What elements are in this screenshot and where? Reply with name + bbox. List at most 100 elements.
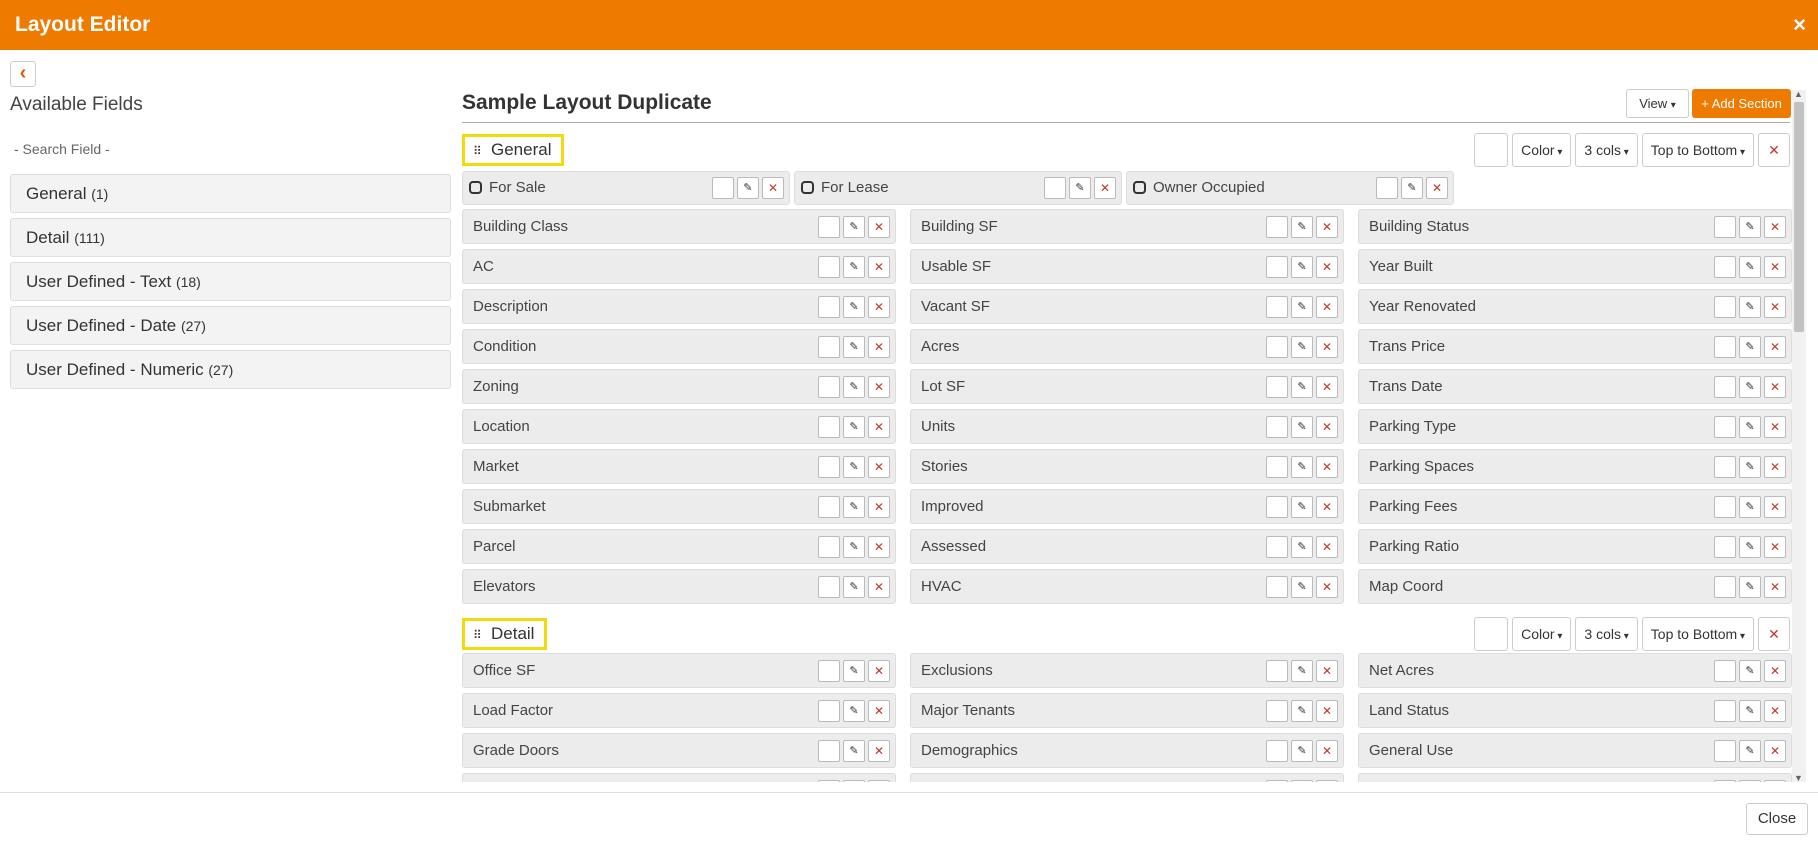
delete-button[interactable]: ✕ [868, 376, 890, 398]
drag-handle-icon[interactable]: ⠿ [473, 622, 483, 648]
edit-button[interactable]: ✎ [1291, 216, 1313, 238]
edit-button[interactable]: ✎ [1739, 256, 1761, 278]
layout-field[interactable]: Land Status ✎ ✕ [1358, 693, 1792, 728]
edit-button[interactable]: ✎ [843, 216, 865, 238]
delete-button[interactable]: ✕ [1316, 336, 1338, 358]
scroll-down-icon[interactable]: ▼ [1794, 773, 1803, 783]
close-icon[interactable]: × [1793, 12, 1806, 38]
layout-field[interactable]: Major Tenants ✎ ✕ [910, 693, 1344, 728]
delete-button[interactable]: ✕ [1316, 256, 1338, 278]
color-swatch-button[interactable] [818, 456, 840, 478]
edit-button[interactable]: ✎ [1291, 536, 1313, 558]
edit-button[interactable]: ✎ [843, 660, 865, 682]
layout-field[interactable]: Zoning ✎ ✕ [462, 369, 896, 404]
color-swatch-button[interactable] [1714, 216, 1736, 238]
back-button[interactable]: ‹ [10, 61, 36, 87]
delete-button[interactable]: ✕ [868, 336, 890, 358]
scroll-up-icon[interactable]: ▲ [1794, 89, 1803, 99]
layout-field[interactable]: Acres ✎ ✕ [910, 329, 1344, 364]
layout-field[interactable]: Description ✎ ✕ [462, 289, 896, 324]
columns-dropdown[interactable]: 3 cols ▾ [1575, 617, 1638, 651]
layout-field[interactable]: AC ✎ ✕ [462, 249, 896, 284]
color-swatch-button[interactable] [818, 496, 840, 518]
scrollbar[interactable]: ▲ ▼ [1792, 89, 1806, 783]
delete-button[interactable]: ✕ [1316, 376, 1338, 398]
color-swatch-button[interactable] [1714, 336, 1736, 358]
layout-field[interactable]: Office SF ✎ ✕ [462, 653, 896, 688]
layout-field[interactable]: Trans Price ✎ ✕ [1358, 329, 1792, 364]
color-swatch-button[interactable] [1266, 416, 1288, 438]
layout-field[interactable]: Building Class ✎ ✕ [462, 209, 896, 244]
color-swatch-button[interactable] [818, 740, 840, 762]
color-swatch-button[interactable] [818, 780, 840, 782]
color-swatch-button[interactable] [1044, 177, 1066, 199]
delete-button[interactable]: ✕ [868, 780, 890, 782]
delete-button[interactable]: ✕ [868, 700, 890, 722]
section-label[interactable]: ⠿ Detail [462, 618, 548, 650]
edit-button[interactable]: ✎ [1739, 536, 1761, 558]
color-swatch-button[interactable] [712, 177, 734, 199]
color-swatch-button[interactable] [1714, 256, 1736, 278]
edit-button[interactable]: ✎ [1739, 416, 1761, 438]
edit-button[interactable]: ✎ [1291, 256, 1313, 278]
category-item[interactable]: Detail (111) [10, 218, 451, 257]
delete-button[interactable]: ✕ [868, 660, 890, 682]
layout-field[interactable]: Grade Doors ✎ ✕ [462, 733, 896, 768]
color-swatch-button[interactable] [818, 536, 840, 558]
color-swatch-button[interactable] [1266, 576, 1288, 598]
edit-button[interactable]: ✎ [1739, 740, 1761, 762]
color-swatch-button[interactable] [818, 376, 840, 398]
delete-button[interactable]: ✕ [1764, 496, 1786, 518]
edit-button[interactable]: ✎ [1739, 456, 1761, 478]
delete-button[interactable]: ✕ [1764, 376, 1786, 398]
layout-field[interactable]: Elevators ✎ ✕ [462, 569, 896, 604]
layout-field[interactable]: Load Factor ✎ ✕ [462, 693, 896, 728]
layout-field[interactable]: Improved ✎ ✕ [910, 489, 1344, 524]
delete-button[interactable]: ✕ [1764, 536, 1786, 558]
layout-field[interactable]: Parking Ratio ✎ ✕ [1358, 529, 1792, 564]
layout-field[interactable]: Building SF ✎ ✕ [910, 209, 1344, 244]
color-swatch-button[interactable] [1266, 536, 1288, 558]
color-swatch-button[interactable] [1714, 660, 1736, 682]
edit-button[interactable]: ✎ [1291, 376, 1313, 398]
edit-button[interactable]: ✎ [843, 256, 865, 278]
edit-button[interactable]: ✎ [843, 376, 865, 398]
color-swatch-button[interactable] [1714, 296, 1736, 318]
order-dropdown[interactable]: Top to Bottom ▾ [1641, 617, 1754, 651]
layout-field[interactable]: Parking Spaces ✎ ✕ [1358, 449, 1792, 484]
delete-button[interactable]: ✕ [1764, 416, 1786, 438]
delete-button[interactable]: ✕ [1764, 780, 1786, 782]
delete-button[interactable]: ✕ [1426, 177, 1448, 199]
layout-field[interactable]: Market ✎ ✕ [462, 449, 896, 484]
layout-field[interactable]: Lot SF ✎ ✕ [910, 369, 1344, 404]
delete-button[interactable]: ✕ [868, 576, 890, 598]
edit-button[interactable]: ✎ [843, 456, 865, 478]
color-swatch-button[interactable] [1266, 336, 1288, 358]
delete-button[interactable]: ✕ [1764, 456, 1786, 478]
color-swatch-button[interactable] [1266, 456, 1288, 478]
layout-field[interactable]: Year Built ✎ ✕ [1358, 249, 1792, 284]
layout-field[interactable]: Exclusions ✎ ✕ [910, 653, 1344, 688]
delete-button[interactable]: ✕ [868, 256, 890, 278]
search-field-input[interactable]: - Search Field - [14, 141, 110, 157]
delete-button[interactable]: ✕ [1316, 700, 1338, 722]
color-swatch-button[interactable] [1266, 740, 1288, 762]
delete-button[interactable]: ✕ [868, 416, 890, 438]
color-swatch-button[interactable] [1266, 780, 1288, 782]
delete-button[interactable]: ✕ [1316, 780, 1338, 782]
color-swatch-button[interactable] [818, 576, 840, 598]
layout-field[interactable]: Parking Type ✎ ✕ [1358, 409, 1792, 444]
section-label[interactable]: ⠿ General [462, 134, 565, 166]
layout-field[interactable]: Demographics ✎ ✕ [910, 733, 1344, 768]
color-swatch-button[interactable] [818, 700, 840, 722]
delete-button[interactable]: ✕ [1316, 216, 1338, 238]
delete-button[interactable]: ✕ [1316, 496, 1338, 518]
edit-button[interactable]: ✎ [843, 496, 865, 518]
edit-button[interactable]: ✎ [1291, 496, 1313, 518]
order-dropdown[interactable]: Top to Bottom ▾ [1641, 133, 1754, 167]
add-section-button[interactable]: + Add Section [1692, 89, 1791, 118]
color-swatch-button[interactable] [818, 416, 840, 438]
color-swatch-button[interactable] [1266, 376, 1288, 398]
delete-button[interactable]: ✕ [1316, 660, 1338, 682]
category-item[interactable]: User Defined - Date (27) [10, 306, 451, 345]
